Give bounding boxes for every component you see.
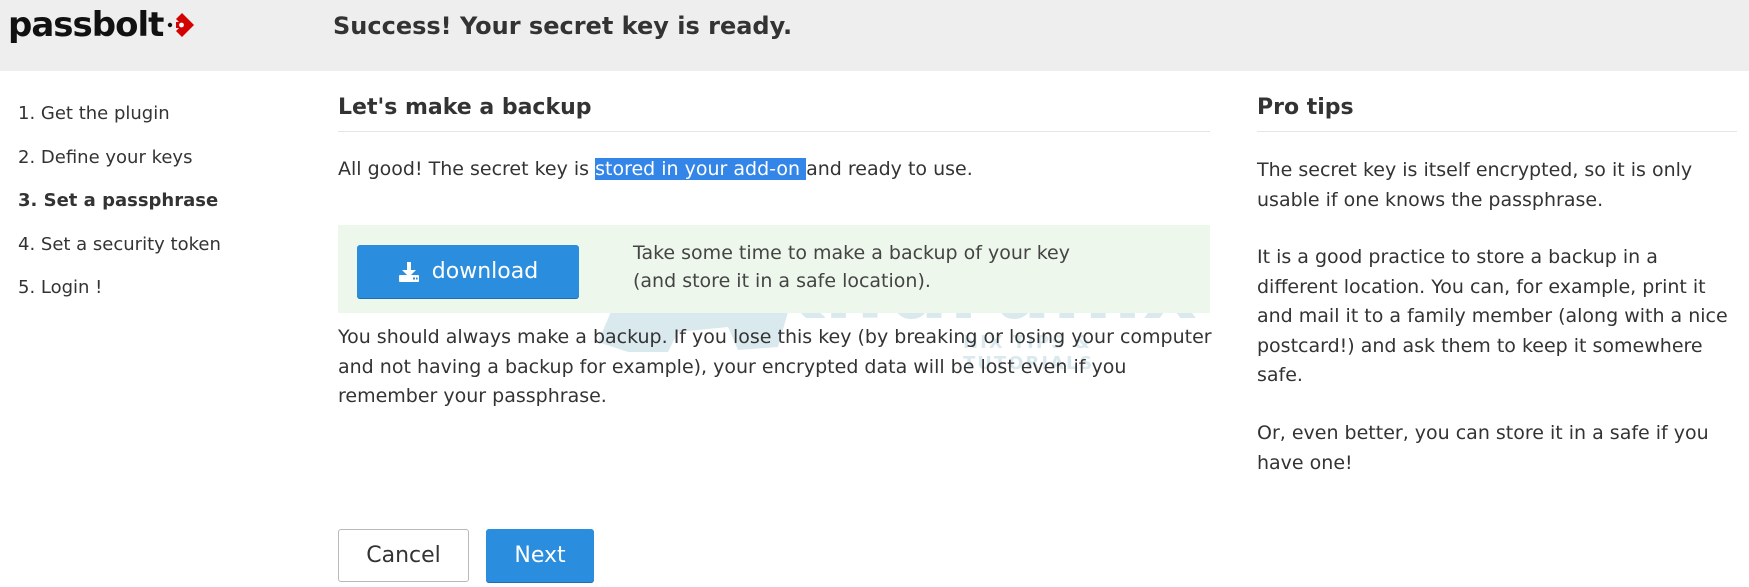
step-login: 5. Login ! xyxy=(18,277,103,298)
selected-text: stored in your add-on xyxy=(595,158,807,180)
intro-text-start: All good! The secret key is xyxy=(338,158,596,180)
setup-steps: 1. Get the plugin 2. Define your keys 3.… xyxy=(18,92,221,310)
pro-tips-title: Pro tips xyxy=(1257,92,1737,132)
download-icon xyxy=(398,261,419,282)
download-panel: download Take some time to make a backup… xyxy=(338,225,1210,313)
tip-store-safe: Or, even better, you can store it in a s… xyxy=(1257,422,1709,474)
step-get-plugin: 1. Get the plugin xyxy=(18,103,170,124)
backup-section: Let's make a backup All good! The secret… xyxy=(338,92,1212,407)
passbolt-arrow-icon xyxy=(168,13,195,37)
passbolt-logo[interactable]: passbolt xyxy=(8,4,197,46)
section-title: Let's make a backup xyxy=(338,92,1210,132)
step-security-token: 4. Set a security token xyxy=(18,233,221,255)
header-bar: passbolt Success! Your secret key is rea… xyxy=(0,0,1749,71)
intro-text-end: and ready to use. xyxy=(806,158,973,180)
tip-store-backup: It is a good practice to store a backup … xyxy=(1257,246,1728,386)
backup-warning: You should always make a backup. If you … xyxy=(338,326,1212,407)
download-hint-line2: (and store it in a safe location). xyxy=(633,270,931,292)
tip-encrypted-key: The secret key is itself encrypted, so i… xyxy=(1257,159,1693,211)
download-button[interactable]: download xyxy=(357,245,579,298)
logo-text: passbolt xyxy=(8,5,164,45)
page-title: Success! Your secret key is ready. xyxy=(333,12,793,40)
download-hint-line1: Take some time to make a backup of your … xyxy=(633,242,1070,264)
cancel-button[interactable]: Cancel xyxy=(338,529,469,582)
pro-tips-panel: Pro tips The secret key is itself encryp… xyxy=(1257,92,1737,474)
step-set-passphrase: 3. Set a passphrase xyxy=(18,190,219,211)
download-hint: Take some time to make a backup of your … xyxy=(633,239,1193,295)
step-define-keys: 2. Define your keys xyxy=(18,146,193,168)
download-label: download xyxy=(431,259,539,284)
next-button[interactable]: Next xyxy=(486,529,594,582)
intro-text: All good! The secret key is stored in yo… xyxy=(338,156,973,182)
